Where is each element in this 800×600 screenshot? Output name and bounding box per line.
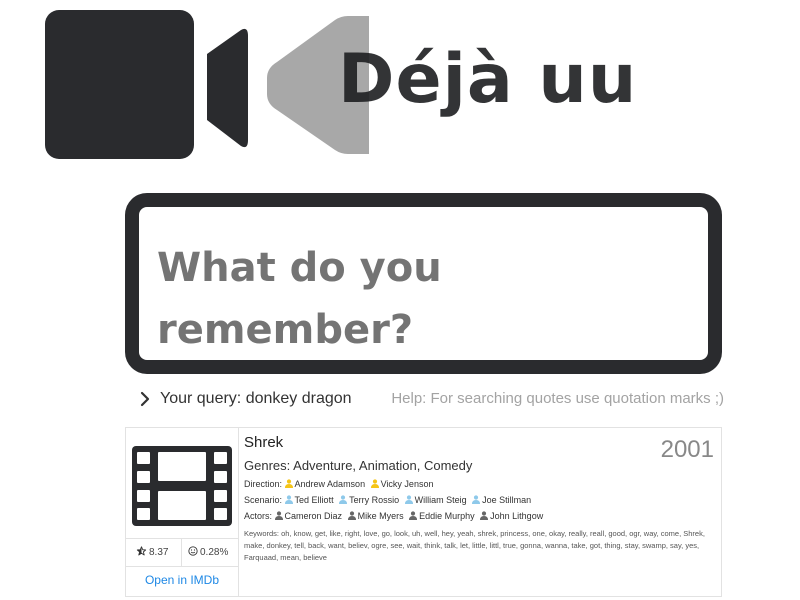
match-value: 0.28% [200,547,229,558]
query-prefix: Your query: [160,390,242,407]
writer[interactable]: Ted Elliott [284,495,334,506]
site-logo[interactable]: Déjà uu [45,10,645,160]
writer[interactable]: Terry Rossio [339,495,399,506]
film-strip-icon [132,446,232,526]
person-name: William Steig [414,495,467,505]
writer[interactable]: William Steig [404,495,467,506]
rating-value: 8.37 [149,547,169,558]
stats-row: 8.37 0.28% [126,538,238,567]
actors-row: Actors: Cameron Diaz Mike Myers Eddie Mu… [244,511,714,522]
help-text: Help: For searching quotes use quotation… [391,390,724,407]
person-name: Mike Myers [357,511,404,521]
card-sidebar: 8.37 0.28% Open in IMDb [126,428,239,596]
direction-row: Direction: Andrew Adamson Vicky Jenson [244,479,714,490]
person-name: John Lithgow [490,511,544,521]
person-icon [347,511,356,520]
search-input[interactable] [157,237,697,367]
writer[interactable]: Joe Stillman [472,495,531,506]
stats-divider [181,539,182,566]
person-name: Vicky Jenson [380,479,434,489]
actor[interactable]: John Lithgow [480,511,543,522]
search-inner [139,207,708,367]
open-imdb-link[interactable]: Open in IMDb [126,573,238,587]
genres-value: Adventure, Animation, Comedy [293,458,473,473]
video-camera-logo-icon [45,10,369,159]
person-icon [404,495,413,504]
scenario-label: Scenario: [244,495,283,505]
person-icon [480,511,489,520]
genres-label: Genres: [244,458,291,473]
smile-icon [188,546,198,556]
person-icon [370,479,379,488]
person-icon [284,495,293,504]
keywords-value: oh, know, get, like, right, love, go, lo… [244,529,705,562]
search-box [125,193,722,374]
rating: 8.37 [136,546,168,558]
actor[interactable]: Eddie Murphy [409,511,475,522]
person-icon [409,511,418,520]
person-icon [472,495,481,504]
brand-name: Déjà uu [338,40,638,119]
star-half-icon [136,546,147,556]
keywords: Keywords: oh, know, get, like, right, lo… [244,528,714,564]
director[interactable]: Andrew Adamson [284,479,366,490]
movie-year: 2001 [660,436,714,463]
current-query: Your query: donkey dragon [160,390,352,408]
direction-label: Direction: [244,479,283,489]
query-row: Your query: donkey dragon Help: For sear… [138,388,724,412]
actors-label: Actors: [244,511,273,521]
result-card: 8.37 0.28% Open in IMDb Shrek 2001 Genre… [125,427,722,597]
actor[interactable]: Cameron Diaz [274,511,343,522]
director[interactable]: Vicky Jenson [370,479,434,490]
keywords-label: Keywords: [244,529,280,538]
genres: Genres: Adventure, Animation, Comedy [244,458,714,474]
person-name: Joe Stillman [482,495,532,505]
person-icon [274,511,283,520]
person-name: Andrew Adamson [294,479,366,489]
match-score: 0.28% [188,546,228,558]
person-icon [339,495,348,504]
person-name: Terry Rossio [349,495,400,505]
person-name: Ted Elliott [294,495,334,505]
chevron-right-icon [140,391,150,407]
page: Déjà uu Your query: donkey dragon Help: … [0,0,800,600]
query-value: donkey dragon [245,390,352,407]
person-name: Eddie Murphy [419,511,475,521]
person-name: Cameron Diaz [284,511,343,521]
scenario-row: Scenario: Ted Elliott Terry Rossio Willi… [244,495,714,506]
movie-title: Shrek [244,434,284,451]
actor[interactable]: Mike Myers [347,511,404,522]
person-icon [284,479,293,488]
card-body: Shrek 2001 Genres: Adventure, Animation,… [244,434,714,564]
